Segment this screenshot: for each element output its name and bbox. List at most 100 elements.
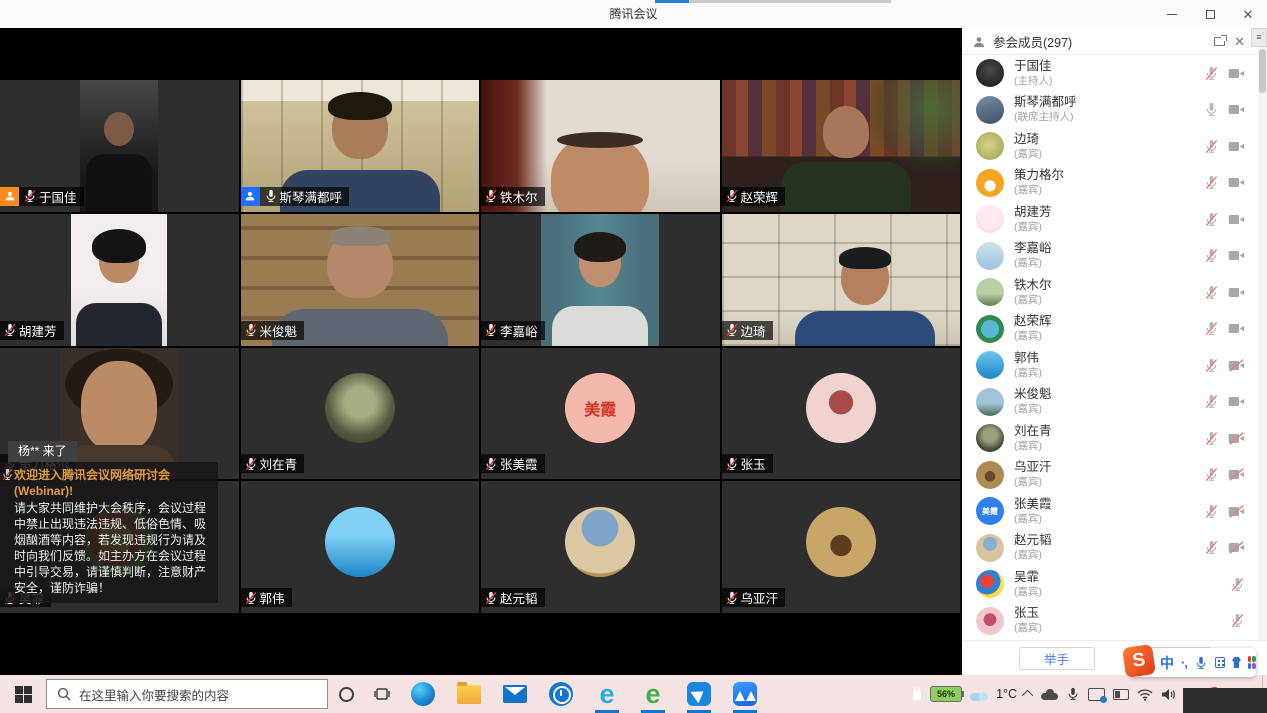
scrollbar-thumb[interactable] <box>1259 49 1266 93</box>
member-camera-button[interactable] <box>1228 505 1245 518</box>
member-camera-button[interactable] <box>1228 359 1245 372</box>
member-row[interactable]: 赵元韬 (嘉宾) <box>962 530 1267 567</box>
plane-app-icon[interactable] <box>676 675 722 713</box>
explorer-app-icon[interactable] <box>446 675 492 713</box>
pc-sync-icon[interactable] <box>1088 688 1105 701</box>
member-mic-button[interactable] <box>1204 321 1219 336</box>
member-row[interactable]: 张玉 (嘉宾) <box>962 603 1267 640</box>
video-tile[interactable]: 乌亚汗 <box>722 481 961 613</box>
muted-mic-icon <box>1204 431 1219 446</box>
member-mic-button[interactable] <box>1204 504 1219 519</box>
member-camera-button[interactable] <box>1228 249 1245 262</box>
eblue-app-icon[interactable]: e <box>584 675 630 713</box>
video-tile[interactable]: 郭伟 <box>241 481 480 613</box>
ime-keyboard-icon[interactable] <box>1215 657 1225 668</box>
member-mic-button[interactable] <box>1204 431 1219 446</box>
member-camera-button[interactable] <box>1228 103 1245 116</box>
member-mic-button[interactable] <box>1204 394 1219 409</box>
scrollbar[interactable] <box>1258 47 1267 640</box>
member-mic-button[interactable] <box>1204 102 1219 117</box>
member-row[interactable]: 斯琴满都呼 (联席主持人) <box>962 92 1267 129</box>
member-camera-button[interactable] <box>1228 541 1245 554</box>
video-tile[interactable]: 赵荣辉 <box>722 80 961 212</box>
member-mic-button[interactable] <box>1204 248 1219 263</box>
menu-icon[interactable]: ≡ <box>1251 28 1267 47</box>
raise-hand-button[interactable]: 举手 <box>1019 647 1095 670</box>
panel-close-icon[interactable]: ✕ <box>1234 35 1245 48</box>
member-row[interactable]: 美霞 张美霞 (嘉宾) <box>962 493 1267 530</box>
member-mic-button[interactable] <box>1230 577 1245 592</box>
member-row[interactable]: 铁木尔 (嘉宾) <box>962 274 1267 311</box>
popout-icon[interactable] <box>1214 37 1225 46</box>
video-tile[interactable]: 刘在青 <box>241 348 480 480</box>
member-mic-button[interactable] <box>1204 358 1219 373</box>
member-row[interactable]: 郭伟 (嘉宾) <box>962 347 1267 384</box>
ime-punctuation-icon[interactable]: ·, <box>1181 655 1187 670</box>
member-camera-button[interactable] <box>1228 213 1245 226</box>
member-camera-button[interactable] <box>1228 286 1245 299</box>
wifi-icon[interactable] <box>1137 688 1153 701</box>
member-row[interactable]: 刘在青 (嘉宾) <box>962 420 1267 457</box>
ie-app-icon[interactable]: e <box>630 675 676 713</box>
member-camera-button[interactable] <box>1228 432 1245 445</box>
member-row[interactable]: 边琦 (嘉宾) <box>962 128 1267 165</box>
member-mic-button[interactable] <box>1204 540 1219 555</box>
member-row[interactable]: 策力格尔 (嘉宾) <box>962 165 1267 202</box>
phone-battery-icon[interactable] <box>1113 689 1129 700</box>
member-mic-button[interactable] <box>1204 212 1219 227</box>
member-row[interactable]: 赵荣辉 (嘉宾) <box>962 311 1267 348</box>
video-tile[interactable]: 斯琴满都呼 <box>241 80 480 212</box>
member-camera-button[interactable] <box>1228 176 1245 189</box>
maximize-button[interactable] <box>1191 0 1229 28</box>
volume-icon[interactable] <box>1161 688 1176 701</box>
member-row[interactable]: 李嘉峪 (嘉宾) <box>962 238 1267 275</box>
clock-app-icon[interactable] <box>538 675 584 713</box>
start-button[interactable] <box>0 675 46 713</box>
member-mic-button[interactable] <box>1204 467 1219 482</box>
video-tile[interactable]: 于国佳 <box>0 80 239 212</box>
battery-icon[interactable]: 56% <box>930 686 962 702</box>
member-row[interactable]: 米俊魁 (嘉宾) <box>962 384 1267 421</box>
member-camera-button[interactable] <box>1228 140 1245 153</box>
minimize-button[interactable] <box>1153 0 1191 28</box>
member-mic-button[interactable] <box>1230 613 1245 628</box>
ime-toolbox-icon[interactable] <box>1248 656 1256 669</box>
search-input[interactable]: 在这里输入你要搜索的内容 <box>46 679 328 709</box>
member-camera-button[interactable] <box>1228 67 1245 80</box>
ime-mic-icon[interactable] <box>1194 656 1208 670</box>
microphone-icon[interactable] <box>1066 687 1080 701</box>
video-tile[interactable]: 铁木尔 <box>481 80 720 212</box>
video-tile[interactable]: 胡建芳 <box>0 214 239 346</box>
meeting-app-icon[interactable] <box>722 675 768 713</box>
cortana-icon[interactable] <box>328 687 364 702</box>
member-row[interactable]: 吴霏 (嘉宾) <box>962 566 1267 603</box>
member-row[interactable]: 乌亚汗 (嘉宾) <box>962 457 1267 494</box>
member-camera-button[interactable] <box>1228 322 1245 335</box>
video-tile[interactable]: 张玉 <box>722 348 961 480</box>
chevron-up-icon[interactable] <box>1025 690 1033 698</box>
ime-skin-icon[interactable] <box>1232 657 1241 668</box>
weather-icon[interactable] <box>970 688 988 701</box>
mail-app-icon[interactable] <box>492 675 538 713</box>
member-mic-button[interactable] <box>1204 139 1219 154</box>
video-tile[interactable]: 米俊魁 <box>241 214 480 346</box>
video-tile[interactable]: 李嘉峪 <box>481 214 720 346</box>
close-button[interactable]: ✕ <box>1229 0 1267 28</box>
member-camera-button[interactable] <box>1228 395 1245 408</box>
video-tile[interactable]: 赵元韬 <box>481 481 720 613</box>
cloud-icon[interactable] <box>1041 689 1058 700</box>
member-row[interactable]: 胡建芳 (嘉宾) <box>962 201 1267 238</box>
member-mic-button[interactable] <box>1204 66 1219 81</box>
task-view-icon[interactable] <box>364 687 400 701</box>
sogou-logo-icon[interactable]: S <box>1122 644 1156 678</box>
member-role: (嘉宾) <box>1014 221 1204 234</box>
video-tile[interactable]: 边琦 <box>722 214 961 346</box>
ime-language-mode[interactable]: 中 <box>1160 653 1174 673</box>
plug-icon[interactable] <box>912 687 922 702</box>
member-mic-button[interactable] <box>1204 285 1219 300</box>
member-camera-button[interactable] <box>1228 468 1245 481</box>
edge-app-icon[interactable] <box>400 675 446 713</box>
video-tile[interactable]: 美霞 张美霞 <box>481 348 720 480</box>
member-mic-button[interactable] <box>1204 175 1219 190</box>
member-row[interactable]: 于国佳 (主持人) <box>962 55 1267 92</box>
